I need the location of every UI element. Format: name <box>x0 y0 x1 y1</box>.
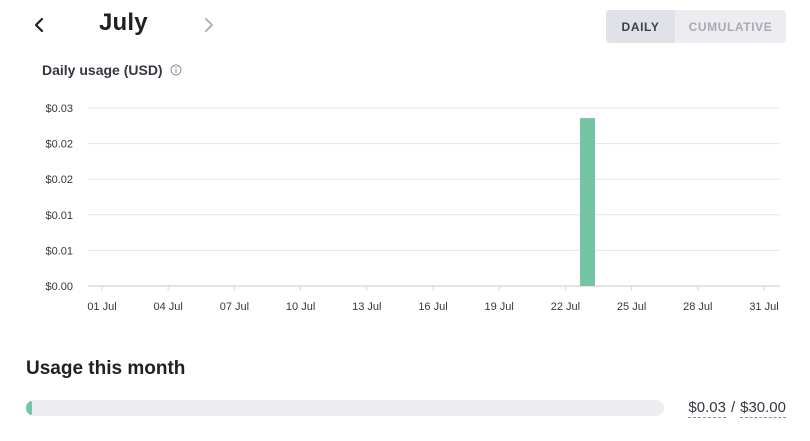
daily-toggle-button[interactable]: DAILY <box>606 10 675 43</box>
info-icon[interactable] <box>170 64 182 76</box>
x-tick-label: 07 Jul <box>220 301 249 313</box>
usage-limit[interactable]: $30.00 <box>740 399 786 418</box>
daily-usage-chart: $0.00 $0.01 $0.01 $0.02 $0.02 $0.03 01 Jul 04 J… <box>45 103 780 313</box>
x-tick-label: 19 Jul <box>485 301 514 313</box>
x-tick-label: 31 Jul <box>749 301 778 313</box>
chart-title-row: Daily usage (USD) <box>42 62 182 78</box>
y-tick-label: $0.01 <box>45 245 73 257</box>
x-tick-label: 16 Jul <box>418 301 447 313</box>
x-tick-label: 22 Jul <box>551 301 580 313</box>
view-toggle: DAILY CUMULATIVE <box>606 10 786 43</box>
month-title: July <box>99 9 148 36</box>
cumulative-toggle-button[interactable]: CUMULATIVE <box>675 10 786 43</box>
x-tick-label: 25 Jul <box>617 301 646 313</box>
x-tick-label: 10 Jul <box>286 301 315 313</box>
usage-used[interactable]: $0.03 <box>688 399 726 418</box>
usage-amount: $0.03 / $30.00 <box>688 399 786 418</box>
x-tick-label: 04 Jul <box>154 301 183 313</box>
chevron-right-icon <box>205 18 213 32</box>
chart-title: Daily usage (USD) <box>42 62 163 78</box>
chevron-left-icon <box>34 17 44 33</box>
y-tick-label: $0.02 <box>45 139 73 151</box>
y-tick-label: $0.01 <box>45 210 73 222</box>
usage-progress-bar <box>26 400 664 416</box>
x-tick-label: 13 Jul <box>352 301 381 313</box>
usage-separator: / <box>730 399 736 416</box>
y-tick-label: $0.00 <box>45 281 73 293</box>
y-tick-label: $0.03 <box>45 103 73 115</box>
previous-month-button[interactable] <box>28 12 50 38</box>
x-tick-label: 28 Jul <box>683 301 712 313</box>
y-tick-label: $0.02 <box>45 174 73 186</box>
usage-progress-fill <box>26 400 32 416</box>
x-tick-label: 01 Jul <box>87 301 116 313</box>
usage-title: Usage this month <box>26 358 186 379</box>
usage-bar-23 <box>579 118 595 286</box>
next-month-button[interactable] <box>198 12 220 38</box>
